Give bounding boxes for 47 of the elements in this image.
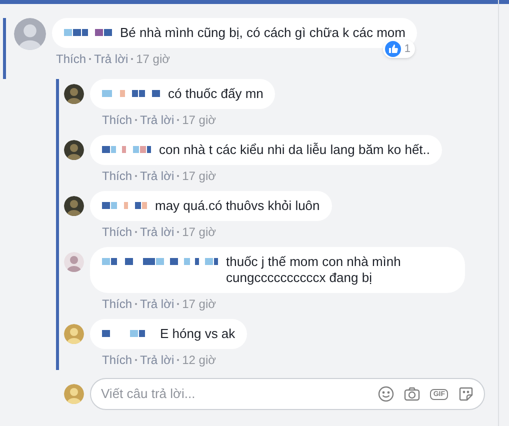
smiley-icon[interactable] (378, 386, 394, 402)
blurred-name-drawing (102, 90, 160, 97)
timestamp: 17 giờ (136, 51, 170, 67)
like-link[interactable]: Thích (102, 352, 132, 368)
separator-dot-icon (131, 58, 134, 60)
timestamp: 17 giờ (182, 224, 216, 240)
like-link[interactable]: Thích (56, 51, 86, 67)
separator-dot-icon (89, 58, 92, 60)
comment-text: E hóng vs ak (160, 326, 236, 342)
comment-text: Bé nhà mình cũng bị, có cách gì chữa k các mom (120, 25, 406, 41)
avatar[interactable] (64, 196, 84, 216)
separator-dot-icon (135, 119, 138, 121)
camera-icon[interactable] (404, 386, 420, 402)
comment-text: con nhà t các kiểu nhi da liễu lang băm ko hết.. (159, 142, 430, 158)
sticker-icon[interactable] (458, 386, 474, 402)
timestamp: 17 giờ (182, 112, 216, 128)
separator-dot-icon (135, 231, 138, 233)
blurred-name-drawing (64, 29, 112, 36)
reply-link[interactable]: Trả lời (140, 352, 174, 368)
separator-dot-icon (177, 175, 180, 177)
separator-dot-icon (177, 359, 180, 361)
reply-link[interactable]: Trả lời (94, 51, 128, 67)
reaction-badge[interactable]: 1 (383, 40, 416, 58)
reply-link[interactable]: Trả lời (140, 296, 174, 312)
like-link[interactable]: Thích (102, 224, 132, 240)
separator-dot-icon (135, 303, 138, 305)
separator-dot-icon (177, 119, 180, 121)
separator-dot-icon (135, 175, 138, 177)
separator-dot-icon (177, 303, 180, 305)
reply-link[interactable]: Trả lời (140, 224, 174, 240)
comment-text: may quá.có thuôvs khỏi luôn (155, 198, 320, 214)
avatar[interactable] (64, 140, 84, 160)
comment-text: có thuốc đấy mn (168, 86, 264, 102)
blurred-name-drawing (102, 202, 147, 209)
reply-link[interactable]: Trả lời (140, 112, 174, 128)
timestamp: 17 giờ (182, 296, 216, 312)
separator-dot-icon (135, 359, 138, 361)
like-link[interactable]: Thích (102, 112, 132, 128)
separator-dot-icon (177, 231, 180, 233)
avatar[interactable] (64, 84, 84, 104)
like-link[interactable]: Thích (102, 168, 132, 184)
comment-text: thuốc j thế mom con nhà mình cungccccccccccx đang bị (226, 254, 402, 286)
timestamp: 12 giờ (182, 352, 216, 368)
timestamp: 17 giờ (182, 168, 216, 184)
like-link[interactable]: Thích (102, 296, 132, 312)
reply-link[interactable]: Trả lời (140, 168, 174, 184)
blurred-name-drawing (102, 146, 151, 153)
